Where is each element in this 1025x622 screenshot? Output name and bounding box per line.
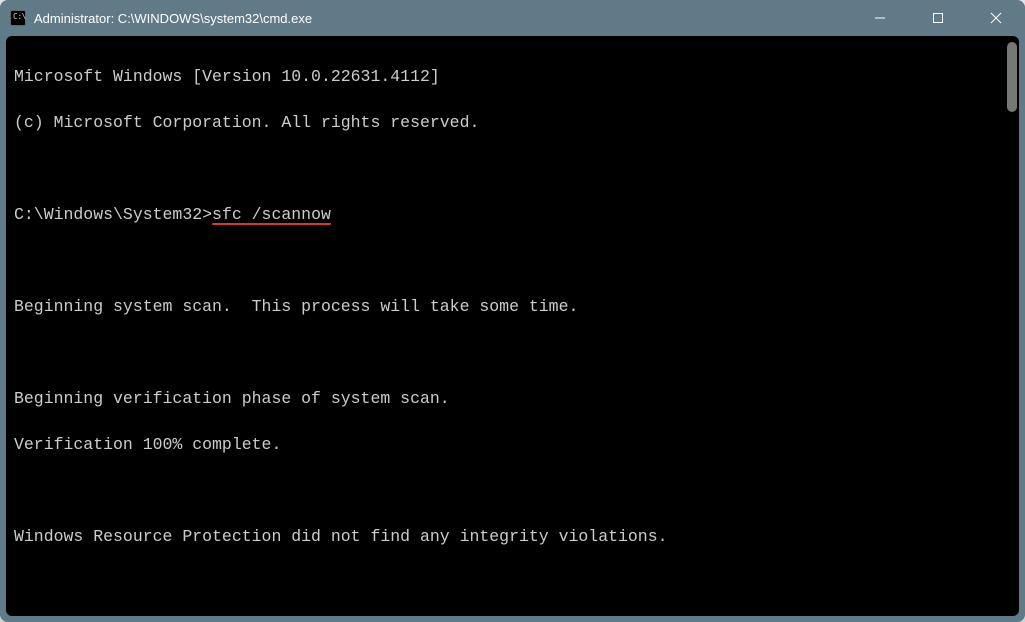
titlebar[interactable]: C:\ Administrator: C:\WINDOWS\system32\c… bbox=[0, 0, 1025, 36]
result-line: Windows Resource Protection did not find… bbox=[14, 525, 1011, 548]
minimize-button[interactable] bbox=[851, 0, 909, 36]
terminal-output[interactable]: Microsoft Windows [Version 10.0.22631.41… bbox=[6, 36, 1019, 616]
prompt-line-1: C:\Windows\System32>sfc /scannow bbox=[14, 203, 1011, 226]
window-body-wrap: Microsoft Windows [Version 10.0.22631.41… bbox=[0, 36, 1025, 622]
blank-line bbox=[14, 157, 1011, 180]
blank-line bbox=[14, 249, 1011, 272]
scrollbar[interactable] bbox=[1007, 38, 1017, 614]
window-body: Microsoft Windows [Version 10.0.22631.41… bbox=[6, 36, 1019, 616]
close-button[interactable] bbox=[967, 0, 1025, 36]
version-line: Microsoft Windows [Version 10.0.22631.41… bbox=[14, 65, 1011, 88]
verify-complete-line: Verification 100% complete. bbox=[14, 433, 1011, 456]
blank-line bbox=[14, 571, 1011, 594]
verify-phase-line: Beginning verification phase of system s… bbox=[14, 387, 1011, 410]
blank-line bbox=[14, 341, 1011, 364]
prompt-prefix: C:\Windows\System32> bbox=[14, 205, 212, 224]
maximize-button[interactable] bbox=[909, 0, 967, 36]
copyright-line: (c) Microsoft Corporation. All rights re… bbox=[14, 111, 1011, 134]
cmd-app-icon: C:\ bbox=[10, 10, 26, 26]
blank-line bbox=[14, 479, 1011, 502]
scrollbar-thumb[interactable] bbox=[1007, 42, 1017, 112]
window-title: Administrator: C:\WINDOWS\system32\cmd.e… bbox=[34, 11, 851, 26]
window-controls bbox=[851, 0, 1025, 36]
scan-begin-line: Beginning system scan. This process will… bbox=[14, 295, 1011, 318]
typed-command: sfc /scannow bbox=[212, 205, 331, 224]
cmd-window: C:\ Administrator: C:\WINDOWS\system32\c… bbox=[0, 0, 1025, 622]
